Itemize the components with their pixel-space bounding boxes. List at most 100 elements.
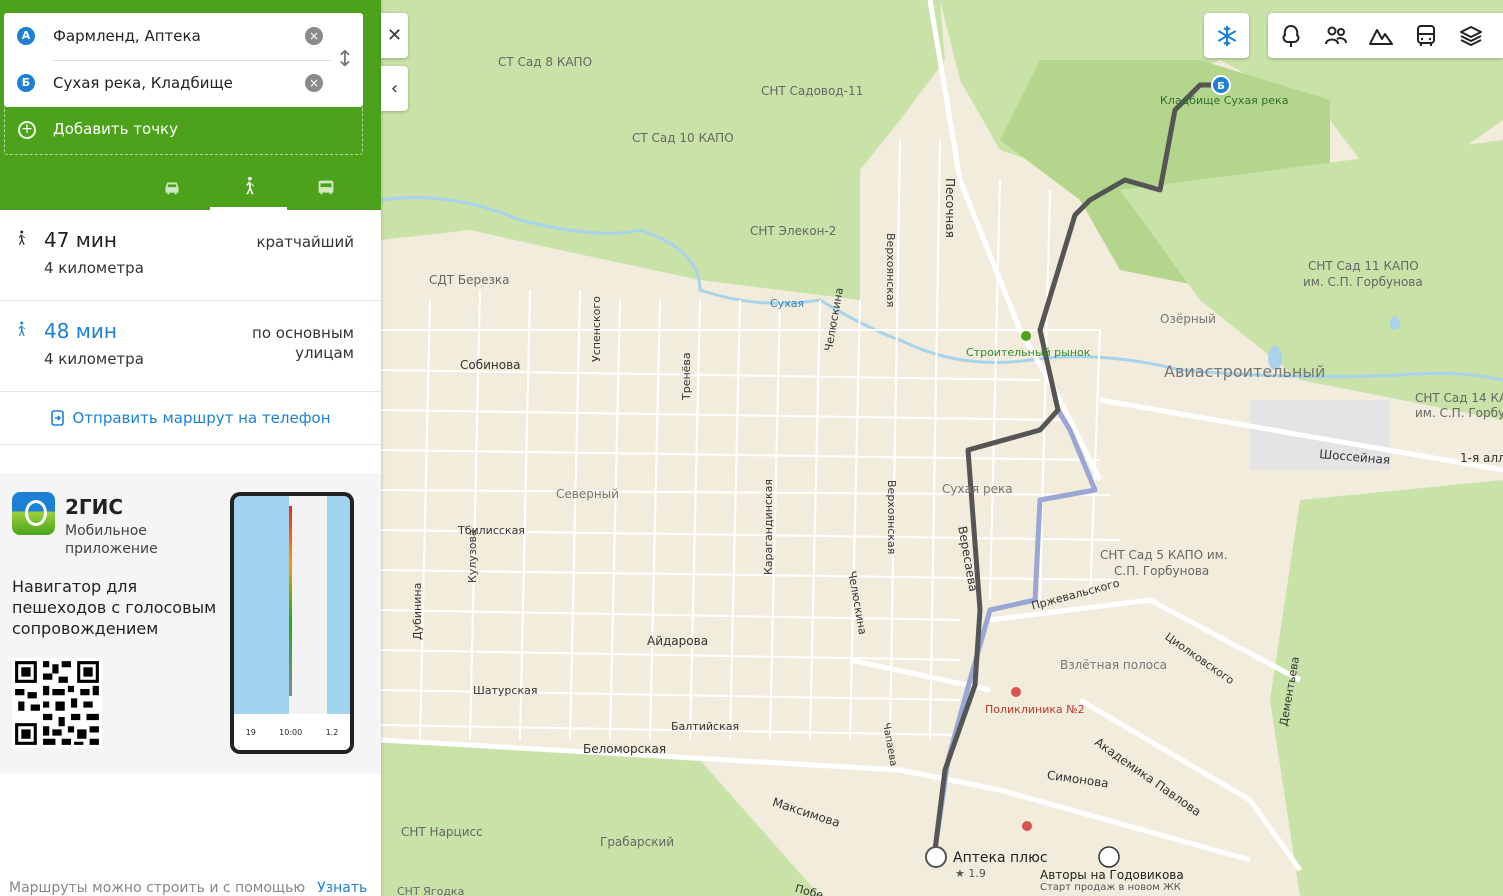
route-panel-header: А Фармленд, Аптека × Б Сухая река, Кладб… <box>0 0 381 210</box>
route-tag: кратчайший <box>256 233 354 251</box>
promo-brand: 2ГИС <box>65 495 124 519</box>
map-label: Старт продаж в новом ЖК <box>1040 882 1181 893</box>
walk-icon <box>245 176 254 195</box>
route-option-1[interactable]: 47 мин 4 километра кратчайший <box>0 210 381 301</box>
map-label: Карагандинская <box>762 479 775 575</box>
route-to-input[interactable]: Сухая река, Кладбище <box>53 74 233 92</box>
map-label: СНТ Сад 5 КАПО им. <box>1100 548 1228 562</box>
route-from-row[interactable]: А Фармленд, Аптека × <box>4 13 363 60</box>
bottom-note-text: Маршруты можно строить и с помощью <box>9 880 306 896</box>
route-time: 48 мин <box>44 319 117 343</box>
tab-bus[interactable] <box>287 165 364 210</box>
send-to-phone-label: Отправить маршрут на телефон <box>72 409 331 427</box>
map-label: Верхоянская <box>885 480 898 555</box>
map-label: С.П. Горбунова <box>1114 564 1210 578</box>
map-label: Успенского <box>590 296 603 362</box>
app-promo: 2ГИС Мобильное приложение Навигатор для … <box>0 473 381 773</box>
map-label: Сухая река <box>942 482 1013 496</box>
map-label: Балтийская <box>671 720 740 733</box>
route-tag: по основным улицам <box>252 324 354 362</box>
clear-to-icon[interactable]: × <box>305 74 323 92</box>
route-distance: 4 километра <box>44 259 144 277</box>
marker-b-icon: Б <box>17 74 35 92</box>
map-label: СТ Сад 10 КАПО <box>632 131 734 145</box>
route-panel: А Фармленд, Аптека × Б Сухая река, Кладб… <box>0 0 381 896</box>
mountain-icon <box>1368 28 1393 45</box>
phone-screen: 19 10:00 1.2 <box>234 496 350 750</box>
map-label: Озёрный <box>1160 312 1216 326</box>
collapse-panel-button[interactable]: ‹ <box>381 66 408 111</box>
marker-a-icon: А <box>17 27 35 45</box>
map-label: Айдарова <box>647 634 709 648</box>
snow-toggle-button[interactable] <box>1204 13 1249 58</box>
route-inputs: А Фармленд, Аптека × Б Сухая река, Кладб… <box>4 13 363 107</box>
marker-b-label: Б <box>1217 81 1225 92</box>
map-label: СДТ Березка <box>429 273 510 287</box>
qr-code-icon <box>12 658 102 748</box>
map-label: Поликлиника №2 <box>985 703 1085 716</box>
promo-subtitle: Мобильное приложение <box>65 523 158 557</box>
phone-mockup: 19 10:00 1.2 <box>230 492 354 754</box>
people-layer-button[interactable] <box>1313 13 1358 58</box>
map-label: СНТ Садовод-11 <box>761 84 864 98</box>
map-label: Кладбище Сухая река <box>1160 94 1289 107</box>
route-option-2[interactable]: 48 мин 4 километра по основным улицам <box>0 301 381 392</box>
map-label: 1-я алле <box>1460 451 1503 465</box>
swap-icon[interactable]: ↕ <box>334 45 356 75</box>
snowflake-icon <box>1217 25 1236 46</box>
phone-stat: 1.2 <box>325 727 339 737</box>
trees-layer-button[interactable] <box>1268 13 1313 58</box>
people-icon <box>1324 26 1347 44</box>
learn-more-link[interactable]: Узнать <box>317 880 367 896</box>
route-time: 47 мин <box>44 228 117 252</box>
2gis-logo-icon <box>12 492 55 535</box>
map-label: СНТ Сад 14 КАПО <box>1415 391 1503 405</box>
bottom-note: Маршруты можно строить и с помощью Узнать <box>9 880 367 896</box>
map-label: Верхоянская <box>884 233 897 308</box>
map-layers-bar <box>1268 13 1503 58</box>
tab-walk[interactable] <box>210 165 287 210</box>
map-label: Строительный рынок <box>966 346 1091 359</box>
walk-icon <box>18 230 26 245</box>
map-label: СНТ Сад 11 КАПО <box>1308 259 1419 273</box>
map-label: Авторы на Годовикова <box>1040 868 1184 882</box>
tab-car[interactable] <box>133 165 210 210</box>
marker-a <box>925 846 947 868</box>
map-label: им. С.П. Горбу <box>1415 406 1503 420</box>
bus-icon <box>318 180 333 194</box>
promo-description: Навигатор для пешеходов с голосовым сопр… <box>12 577 217 638</box>
map-label: СТ Сад 8 КАПО <box>498 55 593 69</box>
close-route-button[interactable]: ✕ <box>381 13 408 58</box>
route-from-input[interactable]: Фармленд, Аптека <box>53 27 201 45</box>
map-label: СНТ Ягодка <box>397 885 465 896</box>
add-point-button[interactable]: + Добавить точку <box>4 107 363 155</box>
car-icon <box>165 182 178 194</box>
map-label: Беломорская <box>583 742 667 756</box>
map-label: СНТ Элекон-2 <box>750 224 837 238</box>
map-label: Дубинина <box>411 582 424 640</box>
map-label: Шатурская <box>473 684 538 697</box>
send-phone-icon <box>51 410 65 426</box>
map-label: ★ 1.9 <box>955 867 986 880</box>
bus-icon <box>1416 24 1435 46</box>
map-label: СНТ Нарцисс <box>401 825 483 839</box>
terrain-layer-button[interactable] <box>1358 13 1403 58</box>
clear-from-icon[interactable]: × <box>305 27 323 45</box>
add-point-label: Добавить точку <box>53 120 178 138</box>
map-label: Взлётная полоса <box>1060 658 1168 672</box>
layers-icon <box>1459 25 1482 46</box>
map-label: Кулузова <box>466 529 479 583</box>
map-label: Грабарский <box>600 835 675 849</box>
map-label: Тренёва <box>680 352 693 400</box>
map-label: им. С.П. Горбунова <box>1303 275 1423 289</box>
send-to-phone-link[interactable]: Отправить маршрут на телефон <box>0 392 381 445</box>
trees-icon <box>1282 24 1299 47</box>
phone-stat: 10:00 <box>279 727 303 737</box>
map-label: Северный <box>556 487 619 501</box>
layers-button[interactable] <box>1448 13 1493 58</box>
map-label: Песочная <box>943 178 957 238</box>
route-to-row[interactable]: Б Сухая река, Кладбище × <box>4 60 363 107</box>
map-label: Авиастроительный <box>1164 362 1326 381</box>
transport-layer-button[interactable] <box>1403 13 1448 58</box>
map-label: Собинова <box>460 358 521 372</box>
